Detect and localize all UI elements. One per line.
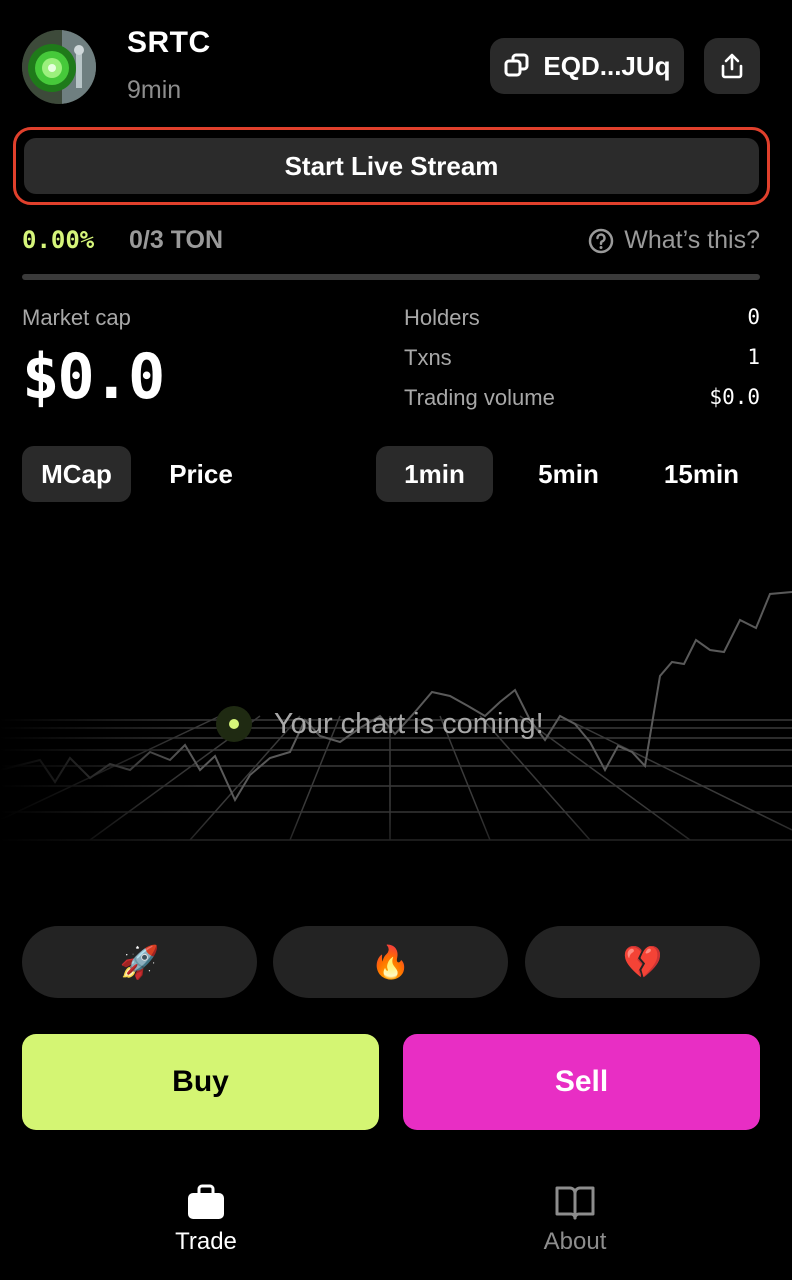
stat-value: $0.0 <box>709 385 760 409</box>
buy-button[interactable]: Buy <box>22 1034 379 1130</box>
stat-value: 1 <box>747 345 760 369</box>
nav-trade-label: Trade <box>175 1228 237 1255</box>
chart-coming-label: Your chart is coming! <box>274 707 544 740</box>
help-icon <box>589 228 614 253</box>
stats-list: Holders 0 Txns 1 Trading volume $0.0 <box>404 305 760 425</box>
chart-coming-message: Your chart is coming! <box>216 706 544 742</box>
broken-heart-icon: 💔 <box>622 944 663 980</box>
bonding-progress-row: 0.00% 0/3 TON What’s this? <box>22 222 760 262</box>
progress-bar <box>22 274 760 280</box>
progress-percent: 0.00% <box>22 226 95 254</box>
stat-row-volume: Trading volume $0.0 <box>404 385 760 425</box>
stat-label: Trading volume <box>404 385 555 410</box>
nav-about-label: About <box>543 1228 607 1255</box>
whats-this-link[interactable]: What’s this? <box>588 226 760 255</box>
header: SRTC 9min EQD...JUq <box>0 0 792 120</box>
share-icon <box>721 53 743 79</box>
stat-value: 0 <box>747 305 760 329</box>
interval-1min[interactable]: 1min <box>376 446 493 502</box>
copy-icon <box>504 53 529 77</box>
start-live-stream-button[interactable]: Start Live Stream <box>24 138 759 194</box>
nav-trade[interactable]: Trade <box>126 1180 286 1256</box>
toggle-mcap[interactable]: MCap <box>22 446 131 502</box>
token-age: 9min <box>127 76 182 104</box>
reaction-fire-button[interactable]: 🔥 <box>273 926 508 998</box>
copy-address-button[interactable]: EQD...JUq <box>490 38 684 94</box>
token-name: SRTC <box>127 26 211 59</box>
stat-row-holders: Holders 0 <box>404 305 760 345</box>
nav-about[interactable]: About <box>495 1180 655 1256</box>
rocket-icon: 🚀 <box>119 944 160 980</box>
reaction-broken-heart-button[interactable]: 💔 <box>525 926 760 998</box>
share-button[interactable] <box>704 38 760 94</box>
market-cap-label: Market cap <box>22 305 131 330</box>
briefcase-icon <box>188 1184 224 1219</box>
token-avatar[interactable] <box>22 30 96 104</box>
live-stream-highlight: Start Live Stream <box>13 127 770 205</box>
fire-icon: 🔥 <box>370 944 411 980</box>
address-label: EQD...JUq <box>543 50 671 81</box>
sell-button[interactable]: Sell <box>403 1034 760 1130</box>
interval-15min[interactable]: 15min <box>643 446 760 502</box>
progress-ton: 0/3 TON <box>129 226 224 254</box>
reaction-rocket-button[interactable]: 🚀 <box>22 926 257 998</box>
stat-label: Holders <box>404 305 480 330</box>
stat-row-txns: Txns 1 <box>404 345 760 385</box>
toggle-price[interactable]: Price <box>146 446 256 502</box>
whats-this-label: What’s this? <box>624 226 760 254</box>
stat-label: Txns <box>404 345 452 370</box>
market-cap-value: $0.0 <box>22 340 165 413</box>
status-dot <box>216 706 252 742</box>
book-icon <box>555 1186 595 1220</box>
interval-5min[interactable]: 5min <box>510 446 627 502</box>
